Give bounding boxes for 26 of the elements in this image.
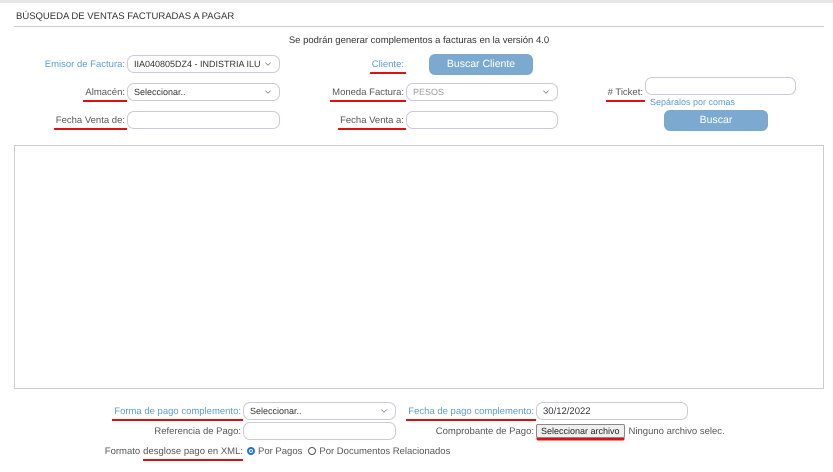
field-label: Fecha de pago complemento:: [406, 406, 536, 420]
dropdown-field[interactable]: IIA040805DZ4 - INDISTRIA ILU: [127, 55, 280, 73]
field-label: Emisor de Factura:: [44, 58, 126, 72]
date-from-input[interactable]: [127, 111, 280, 129]
field-label: Cliente:: [370, 58, 406, 74]
date-to-input[interactable]: [406, 111, 558, 129]
section-title: BÚSQUEDA DE VENTAS FACTURADAS A PAGAR: [14, 3, 824, 27]
file-status-text: Ninguno archivo selec.: [628, 426, 725, 436]
field-label: Referencia de Pago:: [153, 426, 242, 438]
radio-option[interactable]: Por Documentos Relacionados: [308, 446, 450, 456]
ticket-hint: Sepáralos por comas: [649, 97, 736, 107]
dropdown-field[interactable]: Seleccionar..: [127, 83, 280, 101]
radio-option[interactable]: Por Pagos: [247, 446, 302, 456]
ticket-input[interactable]: [645, 77, 796, 95]
field-label: Moneda Factura:: [330, 86, 406, 102]
field-label: Formato: [104, 446, 140, 458]
payment-date-input[interactable]: 30/12/2022: [536, 402, 688, 420]
dropdown-field[interactable]: Seleccionar..: [243, 402, 396, 420]
radio-button[interactable]: [308, 447, 316, 455]
field-label: Comprobante de Pago:: [434, 426, 535, 438]
choose-file-button[interactable]: Seleccionar archivo: [536, 424, 625, 438]
radio-button[interactable]: [247, 447, 255, 455]
payment-reference-input[interactable]: [243, 422, 396, 440]
field-label: desglose pago en XML:: [143, 446, 243, 460]
field-label: Forma de pago complemento:: [112, 406, 243, 420]
notice-text: Se podrán generar complementos a facturas en la versión 4.0: [288, 35, 550, 46]
